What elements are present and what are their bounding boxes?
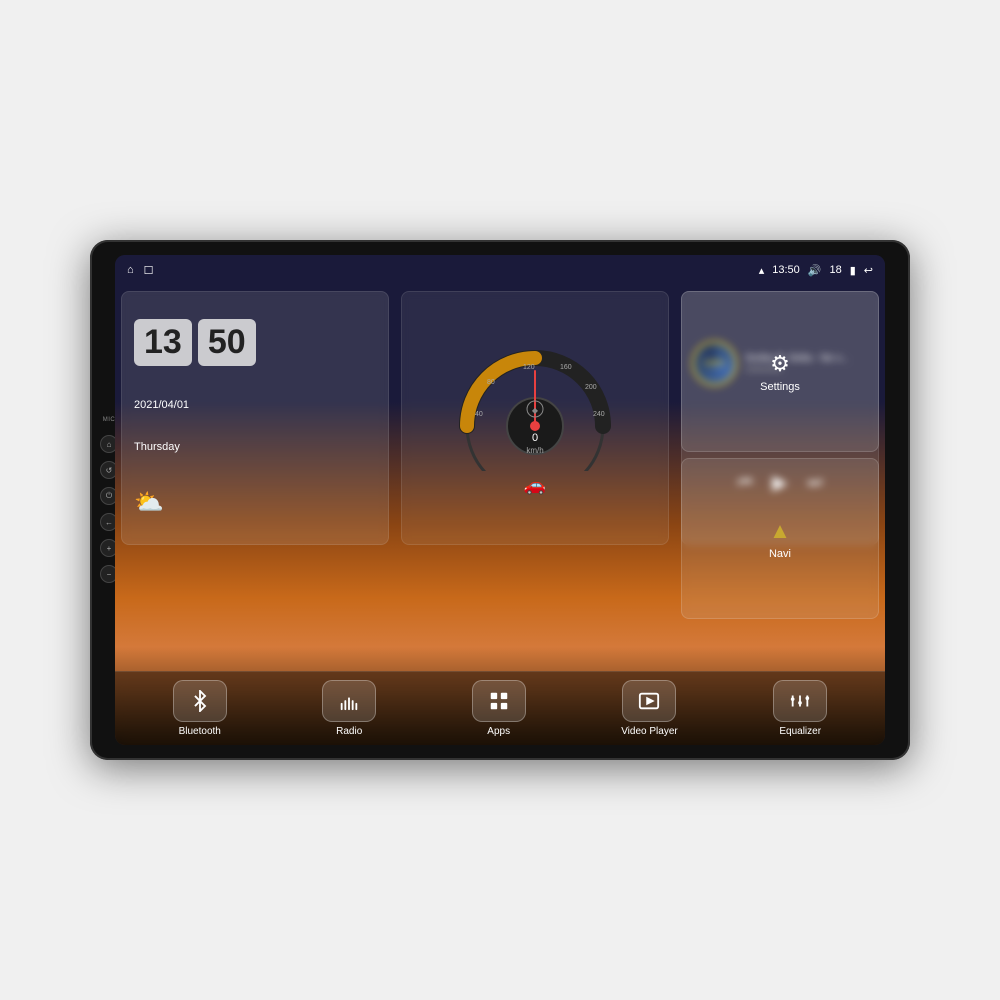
weather-row: ⛅ (134, 488, 164, 517)
status-time: 13:50 (772, 264, 800, 276)
volume-icon: 🔊 (808, 264, 822, 277)
battery-icon: ▮ (850, 264, 856, 277)
svg-text:200: 200 (585, 384, 597, 391)
svg-text:40: 40 (475, 411, 483, 418)
settings-button[interactable]: ⚙ Settings (681, 291, 879, 452)
radio-label: Radio (336, 726, 362, 737)
screen: ⌂ ☐ ▴ 13:50 🔊 18 ▮ ↩ 13 50 2021/04/01 (115, 255, 885, 745)
svg-text:80: 80 (487, 379, 495, 386)
svg-text:◆: ◆ (532, 406, 539, 415)
video-player-icon (622, 680, 676, 722)
back-icon[interactable]: ↩ (864, 264, 873, 277)
car-head-unit: MIC ⌂ ↺ ⏻ ← + − ⌂ ☐ ▴ 13:50 🔊 18 ▮ ↩ (90, 240, 910, 760)
status-right: ▴ 13:50 🔊 18 ▮ ↩ (759, 264, 873, 277)
apps-label: Apps (487, 726, 510, 737)
svg-text:km/h: km/h (526, 446, 543, 455)
mic-label: MIC (103, 417, 116, 423)
bluetooth-button[interactable]: Bluetooth (163, 672, 237, 745)
settings-icon: ⚙ (770, 351, 790, 377)
clock-display: 13 50 (134, 319, 256, 366)
navi-label: Navi (769, 548, 791, 560)
apps-button[interactable]: Apps (462, 672, 536, 745)
svg-text:160: 160 (560, 364, 572, 371)
clock-hour: 13 (134, 319, 192, 366)
bluetooth-icon (173, 680, 227, 722)
bottom-bar: Bluetooth Radio (115, 671, 885, 745)
equalizer-icon (773, 680, 827, 722)
video-player-label: Video Player (621, 726, 678, 737)
recents-icon[interactable]: ☐ (144, 264, 154, 277)
bluetooth-label: Bluetooth (179, 726, 221, 737)
wifi-icon: ▴ (759, 264, 765, 277)
speedometer-svg: 40 80 120 160 200 240 0 km/h ◆ (445, 341, 625, 471)
settings-label: Settings (760, 381, 800, 393)
clock-widget: 13 50 2021/04/01 Thursday ⛅ (121, 291, 389, 545)
svg-text:240: 240 (593, 411, 605, 418)
radio-icon (322, 680, 376, 722)
equalizer-label: Equalizer (779, 726, 821, 737)
car-icon: 🚗 (524, 475, 546, 496)
home-icon[interactable]: ⌂ (127, 264, 134, 276)
navi-icon: ▲ (769, 518, 791, 544)
volume-level: 18 (829, 264, 841, 276)
navi-button[interactable]: ▲ Navi (681, 458, 879, 619)
equalizer-button[interactable]: Equalizer (763, 672, 837, 745)
svg-text:120: 120 (523, 364, 535, 371)
settings-navi-area: ⚙ Settings ▲ Navi (681, 291, 879, 619)
clock-minute: 50 (198, 319, 256, 366)
svg-text:0: 0 (532, 432, 538, 444)
clock-date: 2021/04/01 (134, 399, 189, 411)
status-bar: ⌂ ☐ ▴ 13:50 🔊 18 ▮ ↩ (115, 255, 885, 285)
radio-button[interactable]: Radio (312, 672, 386, 745)
speedometer-widget: 40 80 120 160 200 240 0 km/h ◆ (401, 291, 669, 545)
apps-icon (472, 680, 526, 722)
video-player-button[interactable]: Video Player (611, 672, 688, 745)
weather-icon: ⛅ (134, 488, 164, 517)
status-left: ⌂ ☐ (127, 264, 154, 277)
clock-day: Thursday (134, 441, 180, 453)
